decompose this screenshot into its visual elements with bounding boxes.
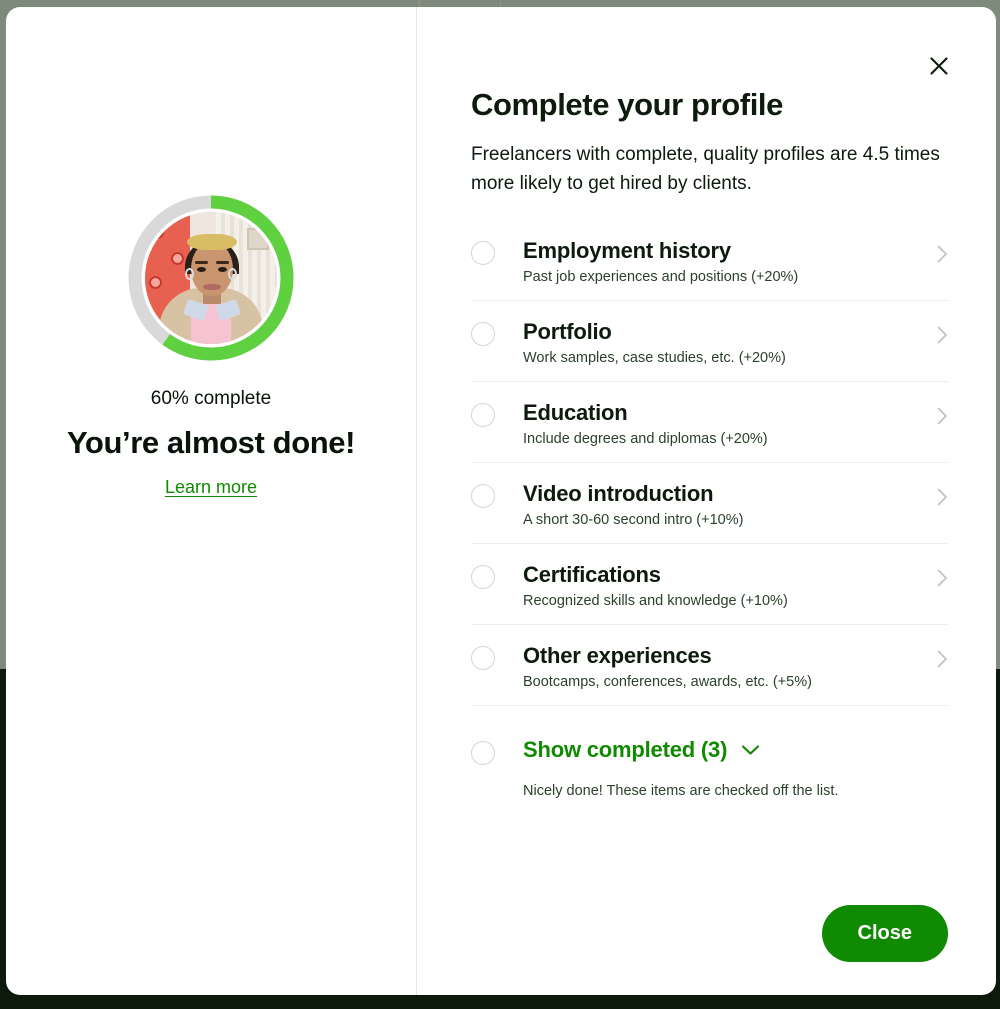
progress-headline: You’re almost done!: [66, 425, 356, 460]
chevron-right-icon-wrap[interactable]: [937, 407, 948, 430]
avatar: [145, 212, 277, 344]
complete-profile-modal: 60% complete You’re almost done! Learn m…: [6, 7, 996, 995]
chevron-right-icon: [937, 245, 947, 263]
checklist-row-subtitle: Past job experiences and positions (+20%…: [523, 269, 799, 285]
checklist-radio[interactable]: [471, 322, 495, 346]
chevron-right-icon-wrap[interactable]: [937, 326, 948, 349]
completed-note: Nicely done! These items are checked off…: [523, 783, 839, 799]
checklist-radio[interactable]: [471, 241, 495, 265]
chevron-right-icon-wrap[interactable]: [937, 488, 948, 511]
chevron-right-icon: [937, 488, 947, 506]
checklist-row-title: Portfolio: [523, 319, 612, 344]
checklist-row[interactable]: Education Include degrees and diplomas (+…: [471, 382, 948, 463]
learn-more-wrap: Learn more: [6, 477, 416, 498]
checklist-radio[interactable]: [471, 484, 495, 508]
close-icon: [930, 57, 948, 75]
checklist-radio[interactable]: [471, 646, 495, 670]
chevron-right-icon: [937, 650, 947, 668]
checklist-row-text: Portfolio Work samples, case studies, etc…: [495, 318, 937, 366]
checklist-row-subtitle: Include degrees and diplomas (+20%): [523, 431, 768, 447]
checklist-radio[interactable]: [471, 565, 495, 589]
checklist-row-text: Employment history Past job experiences a…: [495, 237, 937, 285]
page-title: Complete your profile: [471, 87, 783, 122]
checklist-row-text: Other experiences Bootcamps, conferences,…: [495, 642, 937, 690]
checklist-row-subtitle: A short 30-60 second intro (+10%): [523, 512, 744, 528]
chevron-right-icon-wrap[interactable]: [937, 245, 948, 268]
checklist-row-text: Certifications Recognized skills and know…: [495, 561, 937, 609]
learn-more-link[interactable]: Learn more: [165, 477, 257, 497]
checklist-pane: Complete your profile Freelancers with c…: [417, 7, 996, 995]
show-completed-toggle[interactable]: Show completed (3): [523, 737, 948, 763]
checklist-row-text: Education Include degrees and diplomas (+…: [495, 399, 937, 447]
profile-progress-pane: 60% complete You’re almost done! Learn m…: [6, 7, 417, 995]
checklist-row-title: Video introduction: [523, 481, 714, 506]
checklist-row-title: Other experiences: [523, 643, 712, 668]
chevron-down-icon: [742, 745, 760, 755]
chevron-right-icon: [937, 326, 947, 344]
checklist-row-subtitle: Bootcamps, conferences, awards, etc. (+5…: [523, 674, 812, 690]
checklist-row[interactable]: Other experiences Bootcamps, conferences,…: [471, 625, 948, 706]
checklist-radio[interactable]: [471, 403, 495, 427]
close-button[interactable]: Close: [821, 905, 948, 962]
checklist-row-subtitle: Work samples, case studies, etc. (+20%): [523, 350, 786, 366]
checklist-row-text: Video introduction A short 30-60 second i…: [495, 480, 937, 528]
chevron-right-icon: [937, 407, 947, 425]
profile-checklist: Employment history Past job experiences a…: [471, 220, 948, 706]
checklist-row[interactable]: Employment history Past job experiences a…: [471, 220, 948, 301]
chevron-right-icon: [937, 569, 947, 587]
checklist-row-subtitle: Recognized skills and knowledge (+10%): [523, 593, 788, 609]
checklist-row[interactable]: Video introduction A short 30-60 second i…: [471, 463, 948, 544]
completed-body: Show completed (3) Nicely done! These it…: [495, 737, 948, 799]
checklist-row-title: Certifications: [523, 562, 661, 587]
show-completed-label: Show completed (3): [523, 737, 728, 762]
chevron-right-icon-wrap[interactable]: [937, 650, 948, 673]
progress-percent-label: 60% complete: [150, 388, 272, 409]
completed-radio[interactable]: [471, 741, 495, 765]
checklist-row[interactable]: Certifications Recognized skills and know…: [471, 544, 948, 625]
checklist-row[interactable]: Portfolio Work samples, case studies, etc…: [471, 301, 948, 382]
close-icon-button[interactable]: [922, 49, 956, 83]
checklist-row-title: Employment history: [523, 238, 731, 263]
checklist-row-title: Education: [523, 400, 628, 425]
completed-section: Show completed (3) Nicely done! These it…: [471, 706, 948, 799]
page-subtitle: Freelancers with complete, quality profi…: [471, 144, 940, 194]
progress-ring: [128, 195, 294, 361]
modal-footer: Close: [821, 905, 948, 962]
chevron-right-icon-wrap[interactable]: [937, 569, 948, 592]
